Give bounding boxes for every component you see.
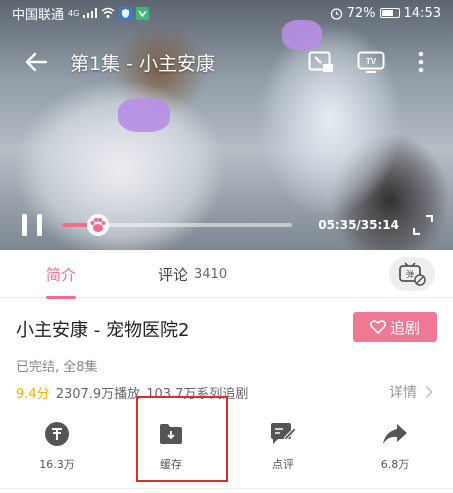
scene-detail [118, 98, 170, 132]
clock: 14:53 [403, 5, 441, 21]
details-label: 详情 [389, 385, 417, 401]
more-options-button[interactable] [407, 50, 435, 74]
pip-icon [308, 51, 333, 72]
comment-count: 3410 [194, 266, 228, 282]
cast-tv-button[interactable]: TV [357, 50, 385, 74]
fullscreen-icon[interactable] [413, 215, 433, 235]
download-cache-button[interactable]: 缓存 [141, 420, 201, 476]
battery-percent: 72% [346, 5, 376, 21]
download-label: 缓存 [160, 458, 182, 471]
video-title: 第1集 - 小主安康 [70, 52, 216, 75]
back-arrow-icon [25, 52, 47, 72]
paw-scrubber-icon[interactable] [86, 213, 110, 237]
tab-comments[interactable]: 评论 3410 [158, 250, 227, 298]
danmaku-off-icon: 弹 [399, 262, 426, 286]
battery-icon [379, 8, 400, 18]
alarm-icon [330, 7, 342, 20]
more-vertical-icon [418, 51, 424, 73]
share-count: 6.8万 [380, 458, 410, 471]
danmaku-toggle-button[interactable]: 弹 [389, 257, 435, 291]
share-button[interactable]: 6.8万 [365, 420, 425, 476]
follow-label: 追剧 [389, 318, 420, 337]
show-stats: 9.4分 2307.9万播放 103.7万系列追剧 [16, 383, 248, 402]
back-button[interactable] [22, 48, 50, 76]
tv-icon: TV [357, 51, 385, 73]
divider [0, 488, 453, 489]
coin-count: 16.3万 [39, 458, 75, 471]
status-bar: 中国联通 4G 72% 14:53 [0, 0, 453, 26]
pause-icon [22, 214, 27, 236]
picture-in-picture-button[interactable] [307, 50, 335, 74]
tab-bar: 简介 评论 3410 弹 [0, 250, 453, 299]
svg-text:TV: TV [366, 57, 377, 66]
review-button[interactable]: 点评 [253, 420, 313, 476]
progress-bar[interactable] [62, 214, 292, 236]
follow-button[interactable]: 追剧 [353, 312, 437, 342]
play-count: 2307.9万播放 [55, 387, 141, 402]
carrier-label: 中国联通 [12, 7, 65, 23]
signal-icon [83, 8, 98, 18]
chevron-right-icon [425, 386, 433, 398]
rating-score: 9.4分 [16, 387, 50, 402]
show-title: 小主安康 - 宠物医院2 [16, 320, 190, 341]
episode-status: 已完结, 全8集 [16, 360, 98, 375]
tab-intro-label: 简介 [46, 265, 77, 284]
app-notification-icon [136, 6, 150, 20]
svg-text:弹: 弹 [406, 269, 414, 279]
heart-icon [369, 320, 386, 334]
follower-count: 103.7万系列追剧 [146, 387, 249, 402]
download-folder-icon [160, 424, 182, 444]
tab-intro[interactable]: 简介 [46, 250, 77, 299]
network-label: 4G [68, 8, 80, 18]
pause-button[interactable] [22, 214, 42, 236]
coin-button[interactable]: 16.3万 [27, 420, 87, 476]
share-arrow-icon [383, 424, 407, 444]
tab-comments-label: 评论 [158, 265, 189, 284]
comment-edit-icon [271, 423, 297, 444]
shield-app-icon [119, 6, 133, 20]
coin-icon [45, 422, 69, 446]
playback-time: 05:35/35:14 [318, 218, 399, 232]
wifi-icon [101, 7, 115, 18]
video-player[interactable]: 中国联通 4G 72% 14:53 第1集 - 小主安康 TV 05:35/35… [0, 0, 453, 250]
review-label: 点评 [272, 458, 294, 471]
details-link[interactable]: 详情 [389, 382, 433, 402]
active-tab-indicator [46, 296, 77, 299]
action-bar: 16.3万 缓存 点评 6.8万 [0, 420, 453, 480]
